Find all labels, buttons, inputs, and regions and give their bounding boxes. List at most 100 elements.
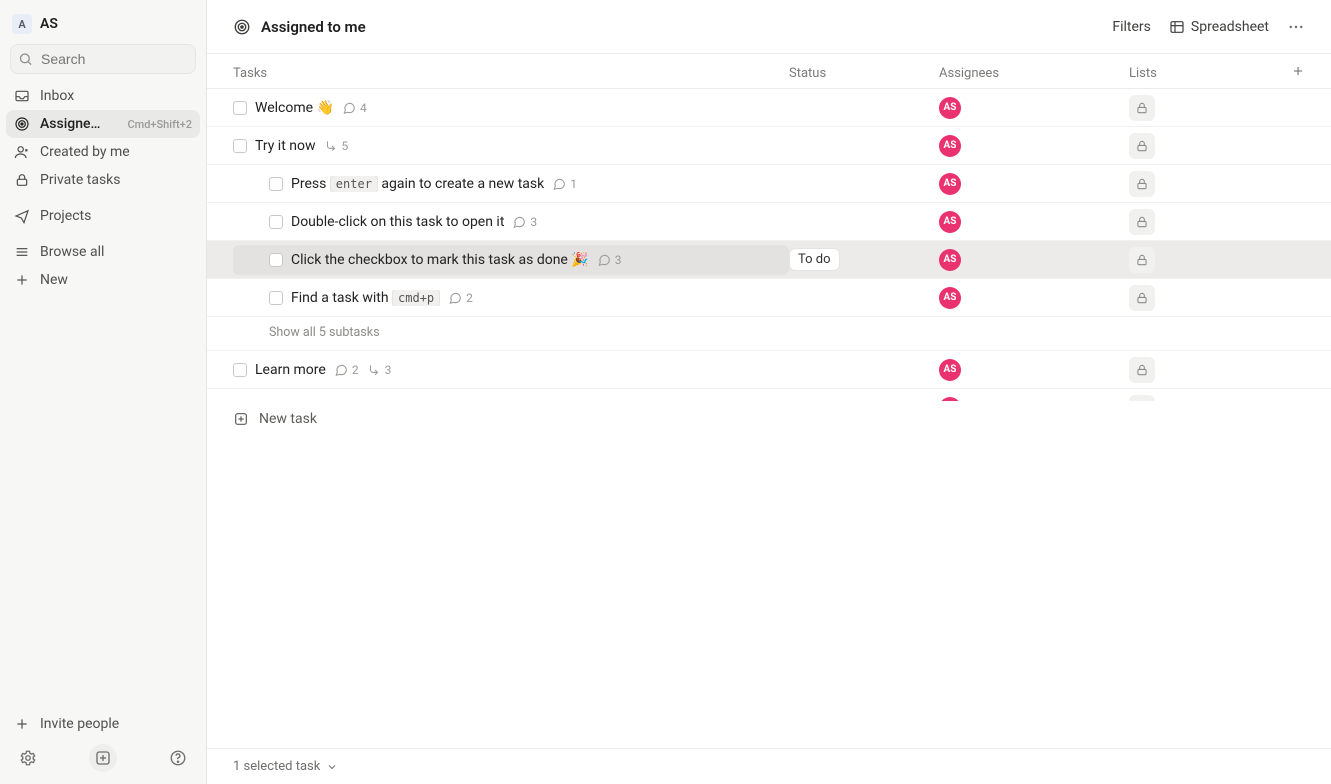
task-row[interactable]: Learn more23AS: [207, 351, 1331, 389]
sidebar-item-invite[interactable]: Invite people: [6, 710, 200, 738]
assignee-avatar[interactable]: AS: [939, 97, 961, 119]
plus-square-icon: [233, 411, 249, 427]
lock-icon: [1135, 139, 1149, 153]
more-horizontal-icon: [1287, 18, 1305, 36]
keyboard-key: enter: [330, 176, 378, 192]
task-row[interactable]: Try it now5 AS: [207, 127, 1331, 165]
private-list-chip[interactable]: [1129, 209, 1155, 235]
show-all-subtasks[interactable]: Show all 5 subtasks: [207, 317, 1331, 351]
comment-icon: [597, 253, 611, 267]
assignee-avatar[interactable]: AS: [939, 287, 961, 309]
task-list: Welcome 👋4ASTry it now5ASPress enter aga…: [207, 89, 1331, 401]
task-title-cell: Favorite a list to come back to2: [233, 393, 789, 401]
comment-count[interactable]: 1: [552, 177, 577, 191]
new-task-button[interactable]: New task: [207, 401, 1331, 437]
send-icon: [14, 208, 30, 224]
sidebar-item-created-by-me[interactable]: Created by me: [6, 138, 200, 166]
task-checkbox[interactable]: [233, 101, 247, 115]
comment-count[interactable]: 3: [597, 253, 622, 267]
filters-button[interactable]: Filters: [1112, 19, 1151, 35]
more-button[interactable]: [1287, 18, 1305, 36]
task-row[interactable]: Press enter again to create a new task1 A…: [207, 165, 1331, 203]
task-row[interactable]: Double-click on this task to open it3AS: [207, 203, 1331, 241]
task-title-cell: Press enter again to create a new task1: [233, 169, 789, 199]
help-icon: [169, 749, 187, 767]
task-checkbox[interactable]: [233, 139, 247, 153]
add-column-button[interactable]: [1291, 64, 1305, 82]
task-checkbox[interactable]: [269, 253, 283, 267]
sidebar: A AS Inbox Assigne… Cmd+Shift+2 Created …: [0, 0, 207, 784]
quick-add-button[interactable]: [89, 744, 117, 772]
assignee-cell[interactable]: AS: [939, 211, 1129, 233]
workspace-switcher[interactable]: A AS: [6, 10, 200, 42]
column-status[interactable]: Status: [789, 66, 939, 81]
comment-icon: [334, 363, 348, 377]
subtask-icon: [324, 139, 338, 153]
sidebar-item-label: Invite people: [40, 716, 119, 732]
sidebar-item-label: Private tasks: [40, 172, 121, 188]
sidebar-item-projects[interactable]: Projects: [6, 202, 200, 230]
task-title-cell: Find a task with cmd+p2: [233, 283, 789, 313]
subtask-count[interactable]: 3: [367, 363, 392, 377]
task-title: Welcome 👋: [255, 100, 334, 116]
lists-cell[interactable]: [1129, 285, 1305, 311]
lists-cell[interactable]: [1129, 95, 1305, 121]
private-list-chip[interactable]: [1129, 133, 1155, 159]
task-checkbox[interactable]: [269, 215, 283, 229]
lists-cell[interactable]: [1129, 133, 1305, 159]
task-title-cell: Welcome 👋 4: [233, 93, 789, 123]
sidebar-item-inbox[interactable]: Inbox: [6, 82, 200, 110]
comment-count[interactable]: 4: [342, 101, 367, 115]
assignee-avatar[interactable]: AS: [939, 135, 961, 157]
search-input[interactable]: [10, 44, 196, 74]
assignee-avatar[interactable]: AS: [939, 173, 961, 195]
assignee-avatar[interactable]: AS: [939, 359, 961, 381]
column-lists[interactable]: Lists: [1129, 66, 1157, 81]
task-row[interactable]: Find a task with cmd+p2 AS: [207, 279, 1331, 317]
sidebar-item-assigned[interactable]: Assigne… Cmd+Shift+2: [6, 110, 200, 138]
comment-count[interactable]: 2: [334, 363, 359, 377]
help-button[interactable]: [164, 744, 192, 772]
task-checkbox[interactable]: [233, 363, 247, 377]
assignee-cell[interactable]: AS: [939, 359, 1129, 381]
private-list-chip[interactable]: [1129, 95, 1155, 121]
task-checkbox[interactable]: [269, 291, 283, 305]
lists-cell[interactable]: [1129, 209, 1305, 235]
status-cell[interactable]: To do: [789, 248, 939, 271]
sidebar-item-new[interactable]: New: [6, 266, 200, 294]
private-list-chip[interactable]: [1129, 285, 1155, 311]
assignee-cell[interactable]: AS: [939, 287, 1129, 309]
comment-count[interactable]: 3: [512, 215, 537, 229]
column-tasks[interactable]: Tasks: [233, 66, 789, 81]
sidebar-item-browse-all[interactable]: Browse all: [6, 238, 200, 266]
task-checkbox[interactable]: [269, 177, 283, 191]
lock-icon: [1135, 177, 1149, 191]
private-list-chip[interactable]: [1129, 357, 1155, 383]
private-list-chip[interactable]: [1129, 171, 1155, 197]
lists-cell[interactable]: [1129, 171, 1305, 197]
assignee-cell[interactable]: AS: [939, 135, 1129, 157]
assignee-cell[interactable]: AS: [939, 249, 1129, 271]
assignee-cell[interactable]: AS: [939, 173, 1129, 195]
lock-icon: [1135, 101, 1149, 115]
assignee-avatar[interactable]: AS: [939, 249, 961, 271]
lists-cell[interactable]: [1129, 247, 1305, 273]
assignee-avatar[interactable]: AS: [939, 211, 961, 233]
private-list-chip[interactable]: [1129, 247, 1155, 273]
assignee-cell[interactable]: AS: [939, 97, 1129, 119]
task-title: Click the checkbox to mark this task as …: [291, 252, 589, 268]
subtask-count[interactable]: 5: [324, 139, 349, 153]
status-pill[interactable]: To do: [789, 248, 840, 271]
task-row[interactable]: Favorite a list to come back to2AS: [207, 389, 1331, 401]
task-title-cell: Try it now5: [233, 131, 789, 161]
search-field[interactable]: [10, 44, 196, 74]
sidebar-item-private-tasks[interactable]: Private tasks: [6, 166, 200, 194]
column-assignees[interactable]: Assignees: [939, 66, 1129, 81]
comment-count[interactable]: 2: [448, 291, 473, 305]
task-row[interactable]: Welcome 👋 4 AS: [207, 89, 1331, 127]
view-switch-button[interactable]: Spreadsheet: [1169, 19, 1269, 35]
lists-cell[interactable]: [1129, 357, 1305, 383]
settings-button[interactable]: [14, 744, 42, 772]
task-row[interactable]: Click the checkbox to mark this task as …: [207, 241, 1331, 279]
status-bar[interactable]: 1 selected task: [207, 748, 1331, 784]
